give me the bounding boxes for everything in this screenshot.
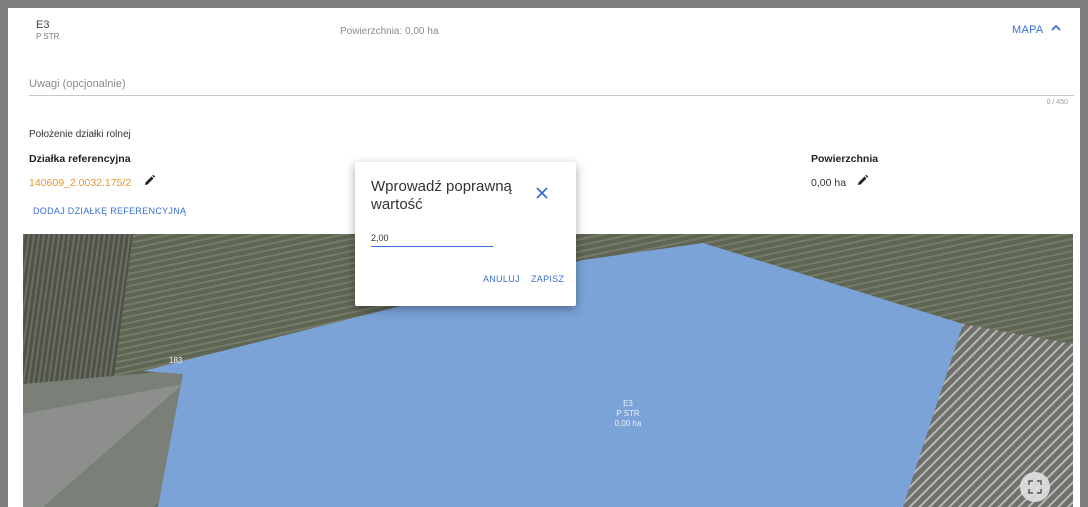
parcel-subcode: P STR	[36, 32, 60, 41]
save-button[interactable]: ZAPISZ	[531, 274, 564, 284]
location-title: Położenie działki rolnej	[29, 129, 131, 140]
ref-column-header: Działka referencyjna	[29, 153, 131, 165]
cancel-button[interactable]: ANULUJ	[483, 274, 520, 284]
page: E3 P STR Powierzchnia: 0,00 ha MAPA Uwag…	[8, 8, 1080, 507]
map-toggle-button[interactable]: MAPA	[1012, 24, 1044, 36]
map-parcel-subcode: P STR	[616, 409, 640, 418]
notes-counter: 0 / 450	[1046, 99, 1068, 106]
header-area: Powierzchnia: 0,00 ha	[340, 26, 439, 37]
map-parcel-area: 0,00 ha	[614, 419, 642, 428]
edit-value-dialog: Wprowadź poprawną wartość ANULUJ ZAPISZ	[355, 162, 576, 306]
value-input[interactable]	[371, 230, 493, 247]
parcel-header[interactable]: E3 P STR Powierzchnia: 0,00 ha MAPA	[8, 8, 1080, 58]
parcel-code: E3	[36, 19, 50, 31]
reference-parcel-link[interactable]: 140609_2.0032.175/2	[29, 177, 131, 189]
fullscreen-icon	[1028, 480, 1042, 494]
area-value: 0,00 ha	[811, 177, 847, 189]
notes-field[interactable]: Uwagi (opcjonalnie)	[29, 78, 126, 90]
pencil-icon[interactable]	[856, 174, 869, 187]
area-column-header: Powierzchnia	[811, 153, 879, 165]
dialog-title: Wprowadź poprawną wartość	[371, 178, 512, 213]
add-reference-parcel-button[interactable]: DODAJ DZIAŁKĘ REFERENCYJNĄ	[33, 206, 186, 216]
notes-underline	[29, 95, 1074, 96]
chevron-up-icon[interactable]	[1048, 20, 1064, 36]
pencil-icon[interactable]	[143, 174, 156, 187]
map-parcel-code: E3	[623, 399, 633, 408]
plot-number-label: 183	[169, 356, 183, 365]
fullscreen-button[interactable]	[1020, 472, 1050, 502]
close-icon[interactable]	[535, 186, 549, 200]
